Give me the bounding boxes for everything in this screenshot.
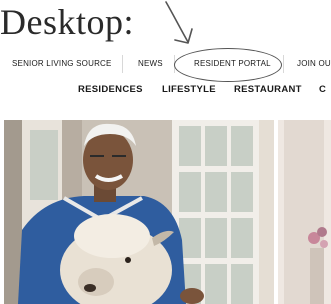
hand-drawn-ellipse (174, 48, 282, 82)
side-photo (278, 120, 331, 304)
nav-restaurant[interactable]: RESTAURANT (234, 84, 302, 95)
photo-senior-man-with-alpaca (4, 120, 274, 304)
nav-residences[interactable]: RESIDENCES (78, 84, 143, 95)
main-nav: RESIDENCES LIFESTYLE RESTAURANT C (0, 82, 331, 98)
nav-join-us[interactable]: JOIN OU (297, 59, 331, 68)
nav-lifestyle[interactable]: LIFESTYLE (162, 84, 216, 95)
photo-interior-with-flowers (278, 120, 331, 304)
nav-more[interactable]: C (319, 84, 326, 95)
hero-photo (4, 120, 274, 304)
nav-news[interactable]: NEWS (138, 59, 163, 68)
page-heading: Desktop: (0, 2, 134, 42)
hand-drawn-arrow-icon (165, 1, 193, 44)
divider (283, 55, 284, 73)
nav-senior-living-source[interactable]: SENIOR LIVING SOURCE (12, 59, 112, 68)
divider (122, 55, 123, 73)
